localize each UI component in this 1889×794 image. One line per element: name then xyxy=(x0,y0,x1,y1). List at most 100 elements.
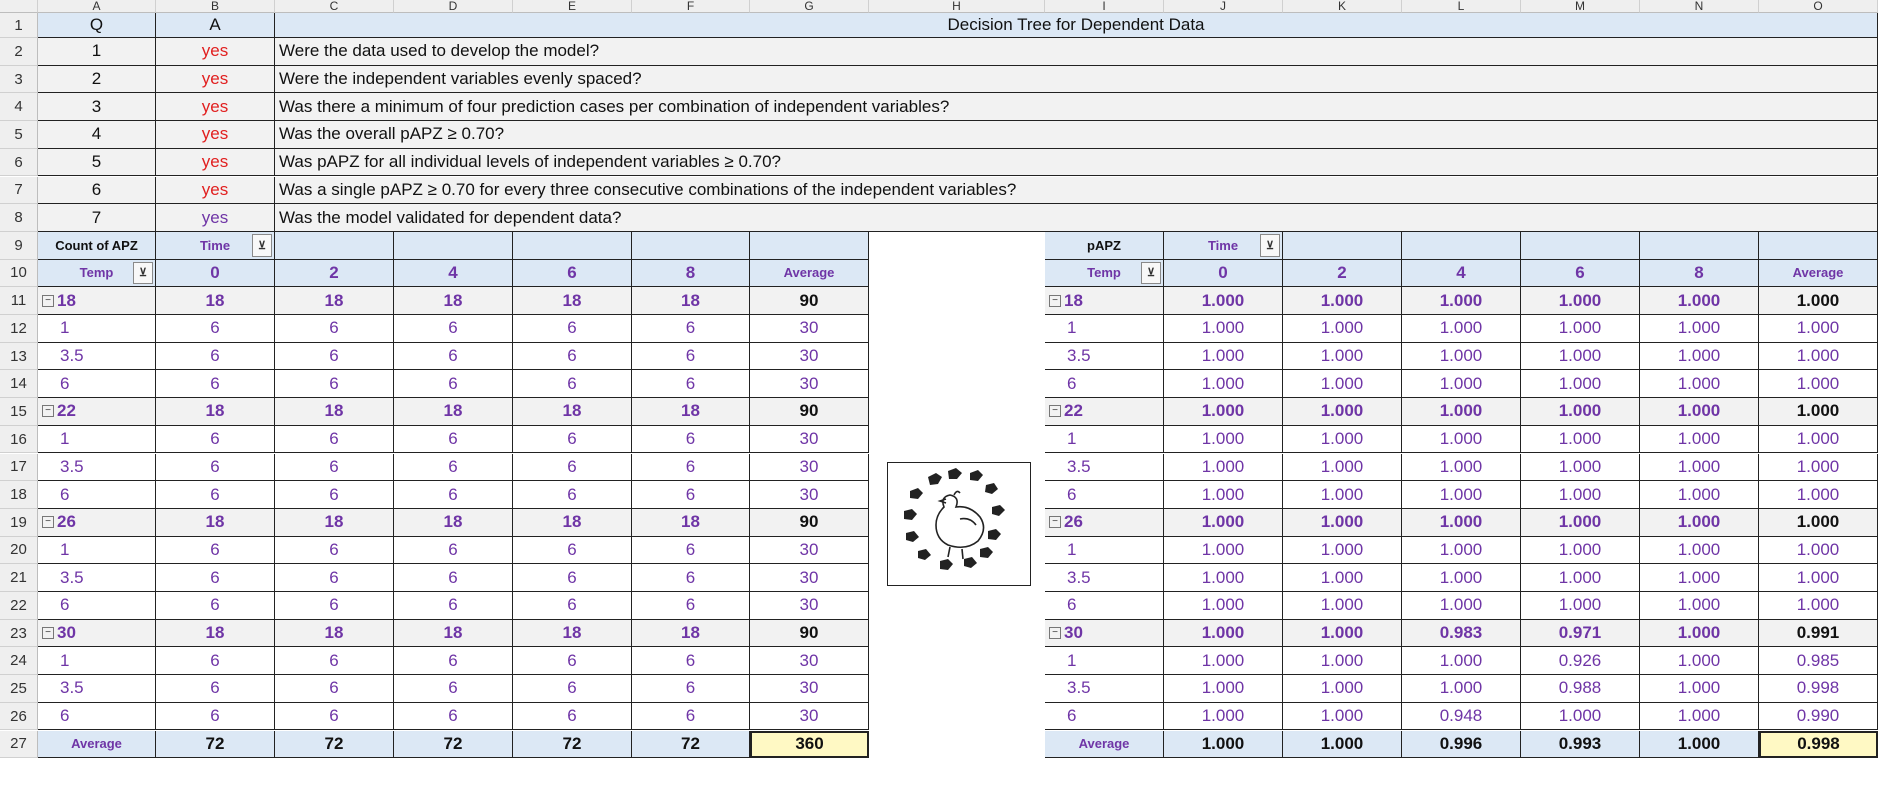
count-pivot-group-value[interactable]: 18 xyxy=(394,398,513,426)
count-pivot-group-value[interactable]: 18 xyxy=(513,619,632,648)
row-header-13[interactable]: 13 xyxy=(0,342,38,371)
papz-pivot-row-label[interactable]: 6 xyxy=(1045,481,1164,509)
count-pivot-cell-value[interactable]: 6 xyxy=(394,370,513,399)
papz-pivot-average-header[interactable]: Average xyxy=(1759,259,1878,288)
papz-pivot-cell-value[interactable]: 1.000 xyxy=(1283,675,1402,703)
count-pivot-group-value[interactable]: 90 xyxy=(750,398,869,426)
count-pivot-cell-value[interactable]: 6 xyxy=(632,453,750,482)
answer-cell[interactable]: yes xyxy=(156,93,275,122)
papz-pivot-cell-value[interactable]: 0.948 xyxy=(1402,702,1521,731)
decision-tree-title[interactable]: Decision Tree for Dependent Data xyxy=(275,13,1878,38)
count-pivot-cell-value[interactable]: 6 xyxy=(156,702,275,731)
count-pivot-cell-value[interactable]: 6 xyxy=(275,702,394,731)
papz-pivot-group-value[interactable]: 1.000 xyxy=(1640,287,1759,315)
count-pivot-cell-value[interactable]: 6 xyxy=(513,370,632,399)
count-pivot-cell-value[interactable]: 6 xyxy=(156,425,275,454)
count-pivot-row-label[interactable]: 1 xyxy=(38,536,156,565)
count-pivot-header-blank[interactable] xyxy=(750,231,869,260)
hen-with-chicks-picture[interactable] xyxy=(887,462,1031,586)
papz-pivot-header-blank[interactable] xyxy=(1402,231,1521,260)
count-pivot-row-label[interactable]: 1 xyxy=(38,647,156,676)
row-header-14[interactable]: 14 xyxy=(0,370,38,399)
answer-cell[interactable]: yes xyxy=(156,204,275,232)
papz-pivot-row-label[interactable]: 3.5 xyxy=(1045,564,1164,592)
count-pivot-cell-value[interactable]: 6 xyxy=(632,315,750,343)
question-number[interactable]: 7 xyxy=(38,204,156,232)
papz-pivot-cell-value[interactable]: 1.000 xyxy=(1164,370,1283,399)
count-pivot-cell-value[interactable]: 6 xyxy=(275,453,394,482)
count-pivot-cell-value[interactable]: 30 xyxy=(750,425,869,454)
count-pivot-cell-value[interactable]: 6 xyxy=(394,342,513,371)
row-header-17[interactable]: 17 xyxy=(0,453,38,482)
papz-pivot-header-blank[interactable] xyxy=(1759,231,1878,260)
papz-pivot-header-blank[interactable] xyxy=(1521,231,1640,260)
count-pivot-group-label[interactable]: −26 xyxy=(38,508,156,537)
papz-pivot-group-value[interactable]: 1.000 xyxy=(1521,398,1640,426)
count-pivot-cell-value[interactable]: 6 xyxy=(394,564,513,592)
papz-pivot-cell-value[interactable]: 1.000 xyxy=(1521,370,1640,399)
papz-pivot-cell-value[interactable]: 1.000 xyxy=(1759,425,1878,454)
papz-pivot-cell-value[interactable]: 1.000 xyxy=(1402,675,1521,703)
count-pivot-group-value[interactable]: 18 xyxy=(275,287,394,315)
papz-pivot-cell-value[interactable]: 1.000 xyxy=(1402,481,1521,509)
papz-pivot-cell-value[interactable]: 1.000 xyxy=(1521,315,1640,343)
papz-pivot-time-header[interactable]: 4 xyxy=(1402,259,1521,288)
papz-pivot-cell-value[interactable]: 1.000 xyxy=(1521,342,1640,371)
papz-pivot-group-value[interactable]: 1.000 xyxy=(1164,287,1283,315)
papz-pivot-cell-value[interactable]: 1.000 xyxy=(1759,564,1878,592)
column-header-C[interactable]: C xyxy=(275,0,394,13)
count-pivot-cell-value[interactable]: 6 xyxy=(156,592,275,620)
count-pivot-cell-value[interactable]: 6 xyxy=(632,675,750,703)
papz-pivot-time-field[interactable]: Time ⊻ xyxy=(1164,231,1283,260)
count-pivot-group-value[interactable]: 18 xyxy=(156,287,275,315)
papz-pivot-cell-value[interactable]: 1.000 xyxy=(1164,702,1283,731)
question-number[interactable]: 1 xyxy=(38,38,156,66)
column-header-K[interactable]: K xyxy=(1283,0,1402,13)
papz-pivot-group-value[interactable]: 1.000 xyxy=(1402,398,1521,426)
papz-pivot-cell-value[interactable]: 1.000 xyxy=(1164,453,1283,482)
row-header-27[interactable]: 27 xyxy=(0,730,38,759)
papz-pivot-cell-value[interactable]: 1.000 xyxy=(1521,564,1640,592)
row-header-20[interactable]: 20 xyxy=(0,536,38,565)
row-header-15[interactable]: 15 xyxy=(0,398,38,426)
papz-pivot-group-value[interactable]: 1.000 xyxy=(1283,508,1402,537)
count-pivot-time-field[interactable]: Time ⊻ xyxy=(156,231,275,260)
papz-pivot-cell-value[interactable]: 0.988 xyxy=(1521,675,1640,703)
column-header-B[interactable]: B xyxy=(156,0,275,13)
papz-pivot-cell-value[interactable]: 1.000 xyxy=(1640,647,1759,676)
count-pivot-group-value[interactable]: 18 xyxy=(632,508,750,537)
row-header-2[interactable]: 2 xyxy=(0,38,38,66)
papz-pivot-cell-value[interactable]: 1.000 xyxy=(1283,425,1402,454)
count-pivot-cell-value[interactable]: 6 xyxy=(275,592,394,620)
answer-cell[interactable]: yes xyxy=(156,65,275,94)
papz-pivot-total-value[interactable]: 0.993 xyxy=(1521,730,1640,759)
papz-pivot-cell-value[interactable]: 1.000 xyxy=(1164,342,1283,371)
papz-pivot-cell-value[interactable]: 1.000 xyxy=(1402,647,1521,676)
count-pivot-time-header[interactable]: 2 xyxy=(275,259,394,288)
papz-pivot-cell-value[interactable]: 1.000 xyxy=(1402,342,1521,371)
count-pivot-group-value[interactable]: 18 xyxy=(156,398,275,426)
papz-pivot-time-header[interactable]: 0 xyxy=(1164,259,1283,288)
count-pivot-cell-value[interactable]: 6 xyxy=(394,675,513,703)
papz-pivot-cell-value[interactable]: 1.000 xyxy=(1164,425,1283,454)
row-header-23[interactable]: 23 xyxy=(0,619,38,648)
count-pivot-cell-value[interactable]: 6 xyxy=(513,453,632,482)
papz-pivot-cell-value[interactable]: 1.000 xyxy=(1402,315,1521,343)
papz-pivot-group-value[interactable]: 0.983 xyxy=(1402,619,1521,648)
count-pivot-row-label[interactable]: 3.5 xyxy=(38,453,156,482)
papz-pivot-cell-value[interactable]: 1.000 xyxy=(1283,536,1402,565)
count-pivot-group-value[interactable]: 18 xyxy=(394,508,513,537)
papz-pivot-cell-value[interactable]: 1.000 xyxy=(1759,481,1878,509)
question-number[interactable]: 4 xyxy=(38,121,156,149)
column-header-J[interactable]: J xyxy=(1164,0,1283,13)
row-header-7[interactable]: 7 xyxy=(0,176,38,205)
count-pivot-cell-value[interactable]: 6 xyxy=(156,481,275,509)
count-pivot-cell-value[interactable]: 6 xyxy=(394,647,513,676)
papz-pivot-group-value[interactable]: 1.000 xyxy=(1521,508,1640,537)
papz-pivot-cell-value[interactable]: 1.000 xyxy=(1164,592,1283,620)
question-text[interactable]: Was the overall pAPZ ≥ 0.70? xyxy=(275,121,1878,149)
collapse-icon[interactable]: − xyxy=(42,405,54,418)
papz-pivot-group-value[interactable]: 1.000 xyxy=(1759,287,1878,315)
count-pivot-total-label[interactable]: Average xyxy=(38,730,156,759)
papz-pivot-group-value[interactable]: 1.000 xyxy=(1759,398,1878,426)
